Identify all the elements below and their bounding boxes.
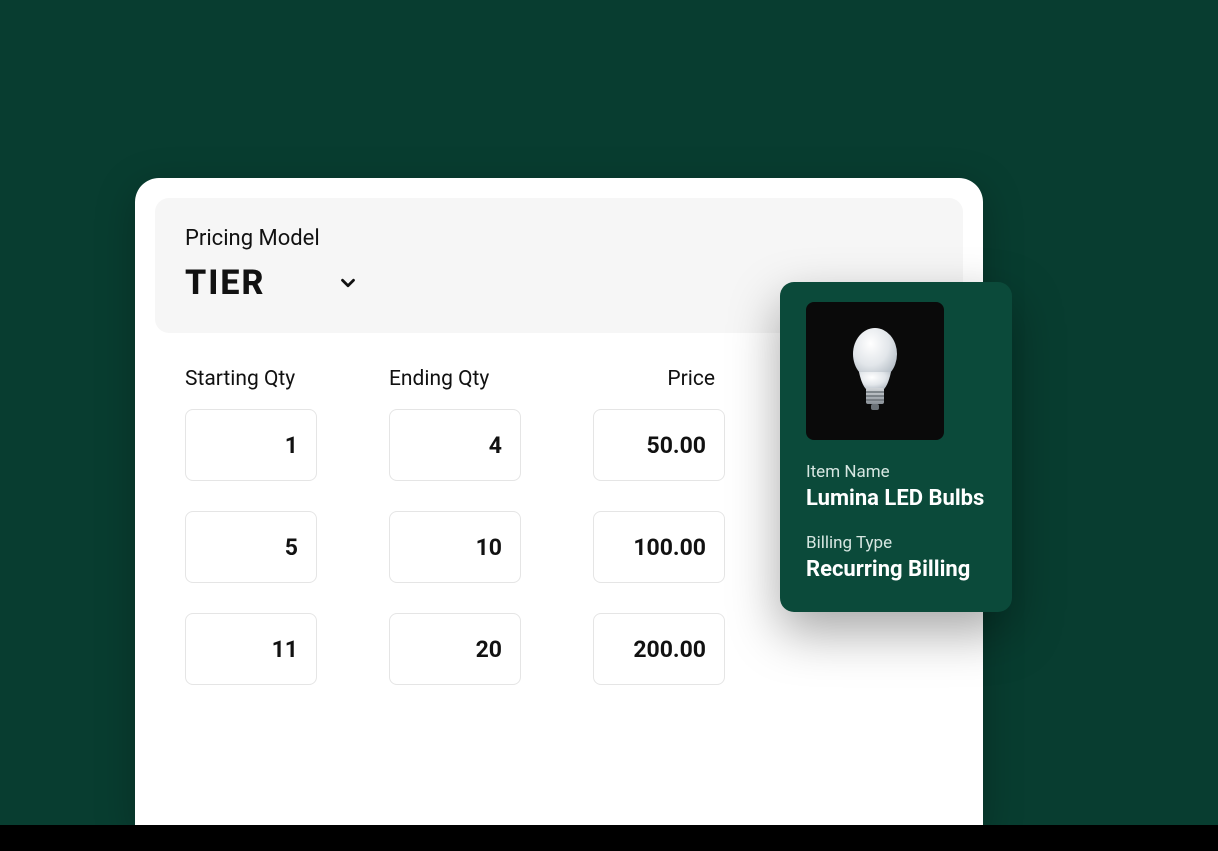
- tier-end-input[interactable]: [389, 511, 521, 583]
- tier-price-input[interactable]: [593, 511, 725, 583]
- tier-end-input[interactable]: [389, 409, 521, 481]
- tier-price-input[interactable]: [593, 409, 725, 481]
- item-name-label: Item Name: [806, 462, 986, 482]
- pricing-model-value: TIER: [185, 263, 265, 303]
- lightbulb-icon: [847, 324, 903, 418]
- billing-type-value: Recurring Billing: [806, 557, 986, 582]
- footer-bar: [0, 825, 1218, 851]
- tier-price-input[interactable]: [593, 613, 725, 685]
- item-card: Item Name Lumina LED Bulbs Billing Type …: [780, 282, 1012, 612]
- tier-row: [185, 613, 933, 685]
- item-image: [806, 302, 944, 440]
- tier-start-input[interactable]: [185, 409, 317, 481]
- pricing-model-label: Pricing Model: [185, 226, 933, 251]
- column-header-end: Ending Qty: [389, 367, 521, 391]
- item-name-value: Lumina LED Bulbs: [806, 486, 986, 511]
- tier-start-input[interactable]: [185, 613, 317, 685]
- billing-type-label: Billing Type: [806, 533, 986, 553]
- chevron-down-icon: [337, 272, 359, 294]
- tier-end-input[interactable]: [389, 613, 521, 685]
- tier-start-input[interactable]: [185, 511, 317, 583]
- column-header-price: Price: [593, 367, 725, 391]
- column-header-start: Starting Qty: [185, 367, 317, 391]
